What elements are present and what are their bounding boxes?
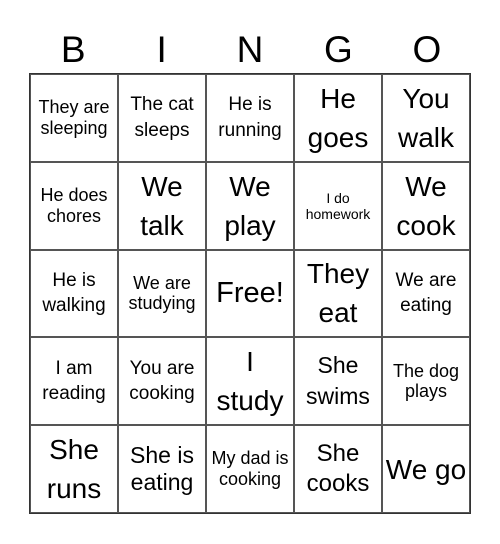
bingo-cell[interactable]: We are eating [382,249,470,338]
bingo-cell[interactable]: I am reading [30,337,118,426]
bingo-header: B I N G O [29,28,471,72]
bingo-cell[interactable]: I do homework [294,161,382,250]
bingo-cell[interactable]: They eat [294,249,382,338]
bingo-cell[interactable]: She runs [30,425,118,513]
header-letter-o: O [412,29,442,70]
bingo-cell[interactable]: We cook [382,161,470,250]
bingo-cell[interactable]: He goes [294,74,382,162]
bingo-cell[interactable]: My dad is cooking [206,425,294,513]
bingo-cell[interactable]: We play [206,161,294,250]
bingo-cell[interactable]: The cat sleeps [118,74,206,162]
bingo-cell[interactable]: We go [382,425,470,513]
bingo-cell[interactable]: He is walking [30,249,118,338]
bingo-cell[interactable]: We talk [118,161,206,250]
bingo-cell[interactable]: She swims [294,337,382,426]
bingo-cell[interactable]: You are cooking [118,337,206,426]
free-space-cell[interactable]: Free! [206,249,294,338]
header-letter-b: B [60,29,86,70]
bingo-cell[interactable]: They are sleeping [30,74,118,162]
bingo-cell[interactable]: We are studying [118,249,206,338]
bingo-cell[interactable]: The dog plays [382,337,470,426]
bingo-card: They are sleeping The cat sleeps He is r… [29,73,471,514]
bingo-cell[interactable]: He is running [206,74,294,162]
header-letter-i: I [156,29,167,70]
bingo-cell[interactable]: You walk [382,74,470,162]
header-letter-g: G [324,29,353,70]
bingo-cell[interactable]: He does chores [30,161,118,250]
bingo-cell[interactable]: I study [206,337,294,426]
header-letter-n: N [236,29,264,70]
bingo-cell[interactable]: She cooks [294,425,382,513]
bingo-cell[interactable]: She is eating [118,425,206,513]
